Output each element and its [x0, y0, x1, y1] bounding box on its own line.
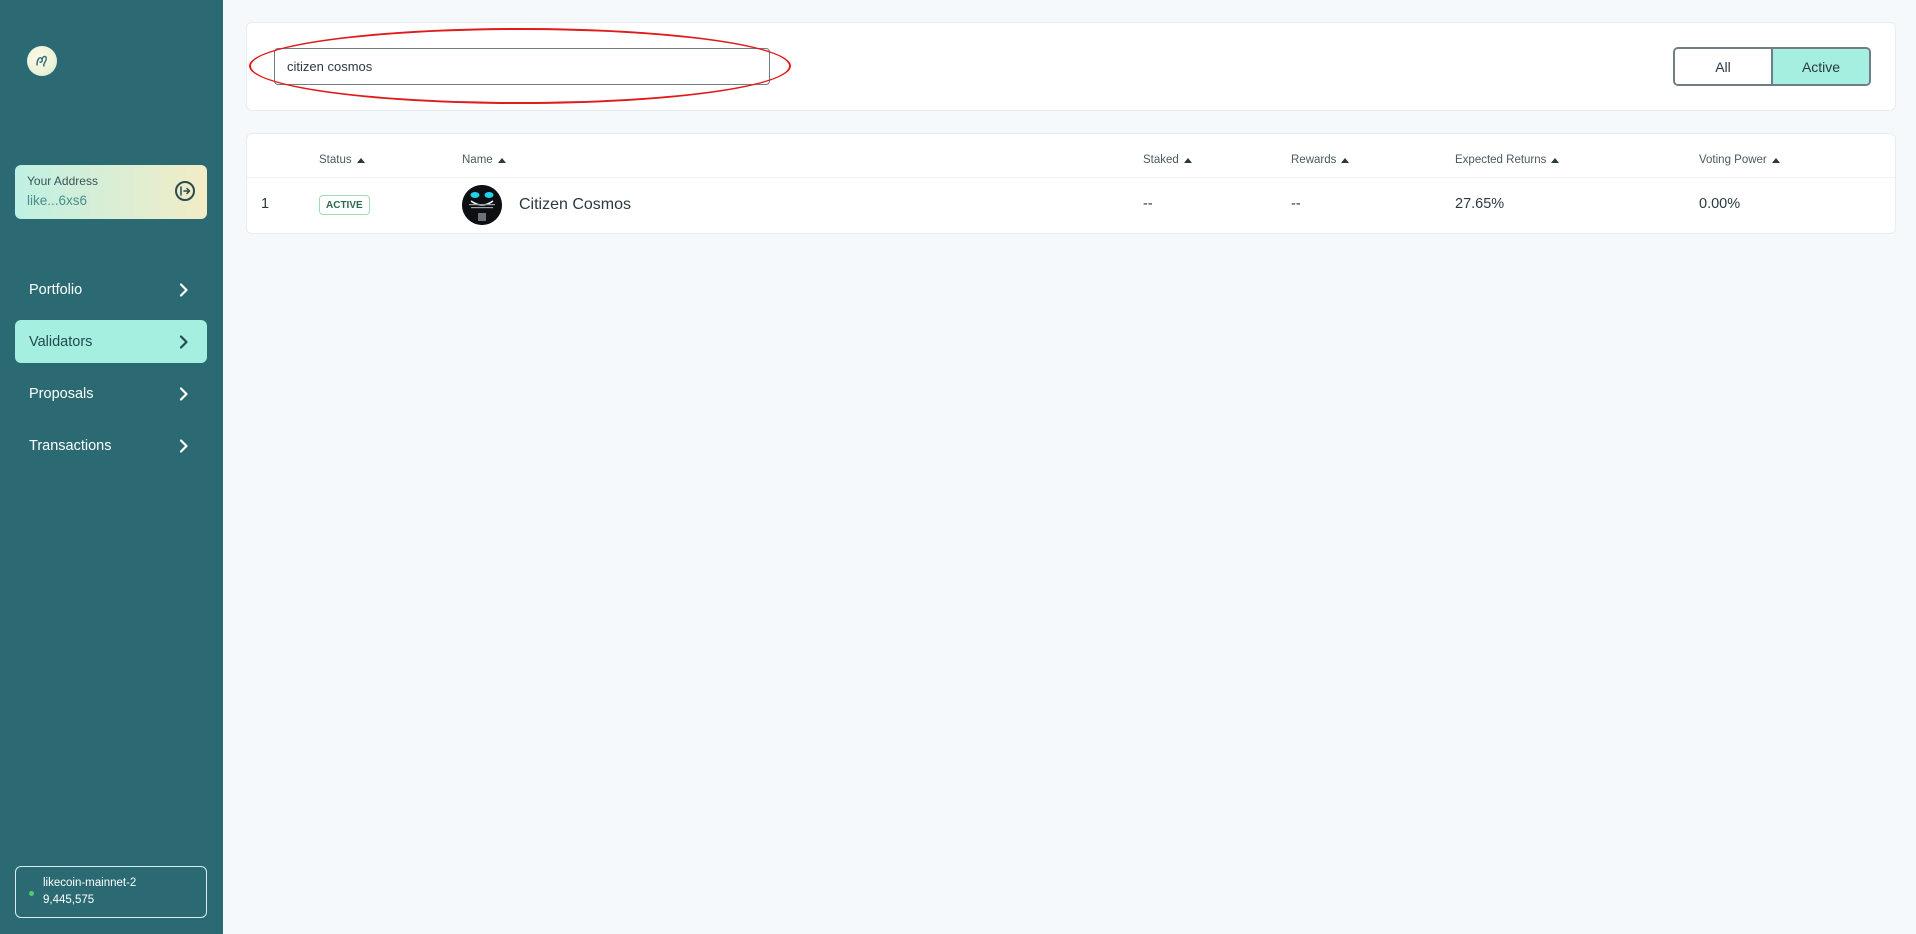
logout-icon[interactable]	[175, 181, 195, 201]
column-header-voting-power[interactable]: Voting Power	[1699, 154, 1780, 166]
chevron-right-icon	[169, 332, 199, 352]
column-header-name[interactable]: Name	[462, 154, 506, 166]
network-status-card[interactable]: likecoin-mainnet-2 9,445,575	[15, 866, 207, 918]
sidebar-item-validators[interactable]: Validators	[15, 320, 207, 363]
sort-caret-icon	[1341, 157, 1350, 163]
sort-caret-icon	[1771, 157, 1780, 163]
column-header-label: Staked	[1143, 154, 1179, 166]
cell-rewards: --	[1291, 196, 1301, 212]
sidebar-item-label: Validators	[29, 333, 93, 350]
chevron-right-icon	[169, 280, 199, 300]
address-value[interactable]: like...6xs6	[27, 193, 87, 208]
sidebar: Your Address like...6xs6 Portfolio Valid…	[0, 0, 223, 934]
column-header-expected-returns[interactable]: Expected Returns	[1455, 154, 1560, 166]
column-header-label: Voting Power	[1699, 154, 1767, 166]
column-header-rewards[interactable]: Rewards	[1291, 154, 1350, 166]
column-header-label: Status	[319, 154, 352, 166]
chevron-right-icon	[169, 436, 199, 456]
filter-active-button[interactable]: Active	[1771, 49, 1869, 84]
network-status-dot	[29, 891, 34, 896]
sidebar-item-label: Portfolio	[29, 281, 83, 298]
network-name: likecoin-mainnet-2	[43, 877, 137, 889]
validator-name[interactable]: Citizen Cosmos	[519, 196, 631, 214]
sort-caret-icon	[356, 157, 365, 163]
column-header-status[interactable]: Status	[319, 154, 365, 166]
status-filter-toggle: All Active	[1673, 47, 1871, 86]
chevron-right-icon	[169, 384, 199, 404]
table-divider	[247, 177, 1895, 178]
cell-voting-power: 0.00%	[1699, 196, 1741, 212]
sidebar-item-label: Transactions	[29, 437, 112, 454]
cell-expected-returns: 27.65%	[1455, 196, 1505, 212]
address-card[interactable]: Your Address like...6xs6	[15, 165, 207, 219]
sidebar-item-transactions[interactable]: Transactions	[15, 424, 207, 467]
validator-avatar	[462, 185, 502, 225]
status-badge: ACTIVE	[319, 195, 370, 215]
sort-caret-icon	[497, 157, 506, 163]
sort-caret-icon	[1183, 157, 1192, 163]
address-label: Your Address	[27, 174, 98, 188]
sidebar-item-proposals[interactable]: Proposals	[15, 372, 207, 415]
app-logo-icon[interactable]	[27, 46, 57, 76]
filter-all-button[interactable]: All	[1675, 49, 1771, 84]
sidebar-item-portfolio[interactable]: Portfolio	[15, 268, 207, 311]
column-header-staked[interactable]: Staked	[1143, 154, 1192, 166]
search-panel: All Active	[246, 22, 1896, 111]
validators-table: Status Name Staked Rewards Expected Retu…	[246, 133, 1896, 234]
column-header-label: Name	[462, 154, 493, 166]
sort-caret-icon	[1551, 157, 1560, 163]
sidebar-item-label: Proposals	[29, 385, 94, 402]
column-header-label: Rewards	[1291, 154, 1337, 166]
column-header-label: Expected Returns	[1455, 154, 1547, 166]
search-input[interactable]	[274, 48, 770, 85]
block-height: 9,445,575	[43, 894, 95, 906]
row-rank: 1	[261, 196, 270, 212]
cell-staked: --	[1143, 196, 1153, 212]
